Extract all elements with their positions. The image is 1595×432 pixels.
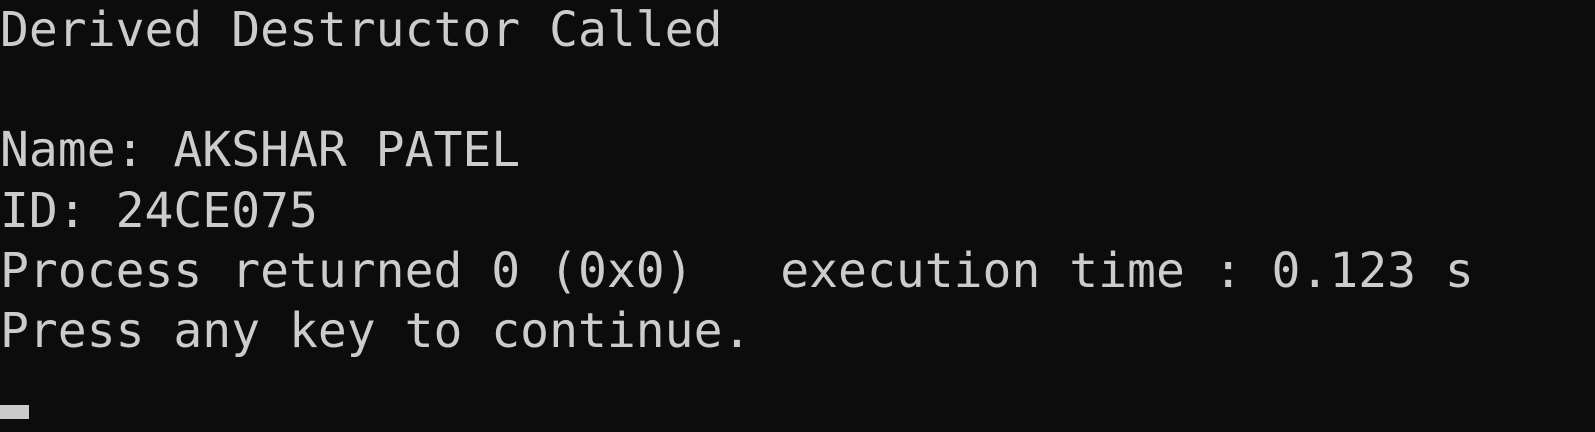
- console-line-id: ID: 24CE075: [0, 183, 318, 239]
- console-line-press-any-key: Press any key to continue.: [0, 303, 752, 359]
- text-cursor: [0, 405, 29, 419]
- console-line-name: Name: AKSHAR PATEL: [0, 122, 521, 178]
- console-line-process-returned: Process returned 0 (0x0) execution time …: [0, 243, 1474, 299]
- console-line-destructor: Derived Destructor Called: [0, 2, 723, 58]
- console-window[interactable]: Derived Destructor Called Name: AKSHAR P…: [0, 0, 1595, 432]
